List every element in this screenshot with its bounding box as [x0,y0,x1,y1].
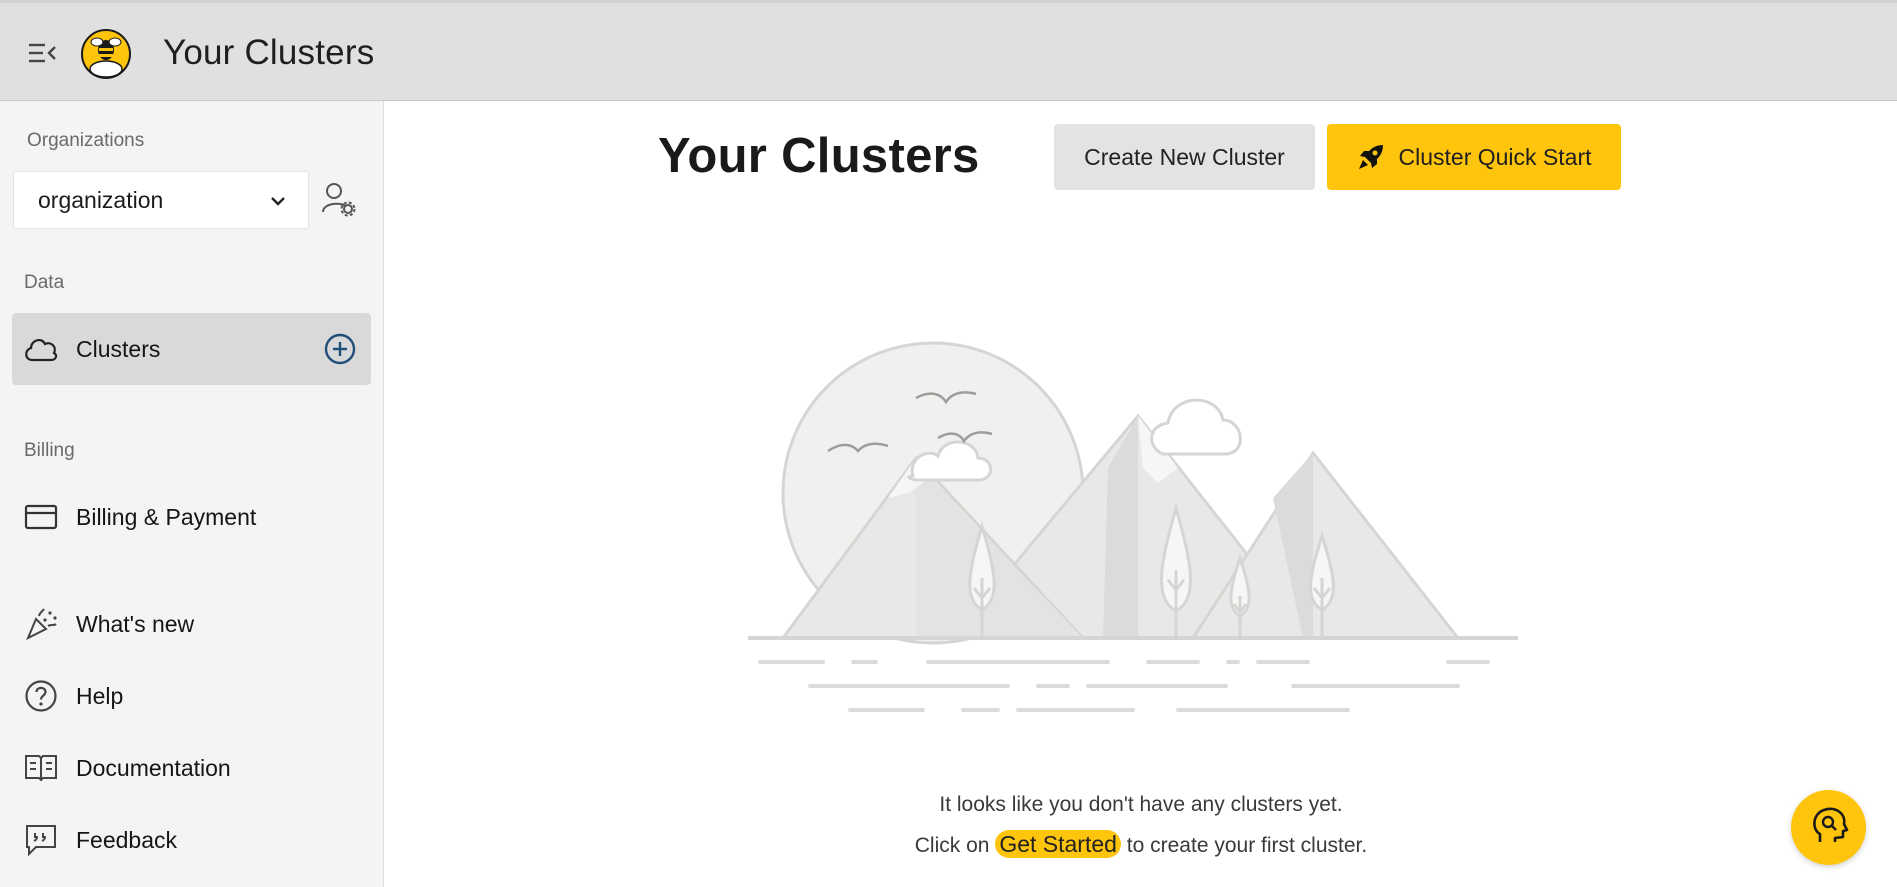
main-content: Your Clusters Create New Cluster Cluster… [385,101,1897,887]
sidebar-item-whats-new[interactable]: What's new [12,588,371,660]
user-settings-icon[interactable] [320,180,358,218]
empty-state-hint: Click on Get Started to create your firs… [385,830,1897,858]
empty-state-hint-prefix: Click on [914,834,990,857]
empty-state-hint-suffix: to create your first cluster. [1126,834,1368,857]
help-circle-icon [23,678,59,714]
cluster-quick-start-button[interactable]: Cluster Quick Start [1327,124,1621,190]
credit-card-icon [23,499,59,535]
get-started-link[interactable]: Get Started [995,830,1121,858]
sidebar-item-label: Billing & Payment [76,503,257,530]
page-title: Your Clusters [658,129,980,183]
book-icon [23,750,59,786]
chevron-down-icon [268,191,288,211]
feedback-icon [23,822,59,858]
app-title: Your Clusters [163,33,375,72]
party-popper-icon [23,606,59,642]
organizations-label: Organizations [27,130,145,151]
sidebar-item-label: Clusters [76,335,161,362]
head-search-icon [1808,804,1850,851]
sidebar-item-label: What's new [76,610,195,637]
bee-logo [80,28,132,80]
create-new-cluster-button[interactable]: Create New Cluster [1054,124,1315,190]
organization-select-value: organization [38,187,164,213]
sidebar-item-label: Help [76,682,124,709]
sidebar-item-label: Documentation [76,754,231,781]
add-cluster-icon[interactable] [323,332,357,366]
sidebar-item-help[interactable]: Help [12,660,371,732]
menu-collapse-icon[interactable] [24,39,60,67]
sidebar-item-clusters[interactable]: Clusters [12,313,371,385]
top-bar: Your Clusters [0,0,1897,101]
cloud-icon [23,331,59,367]
data-section-label: Data [24,272,65,293]
rocket-icon [1357,143,1385,171]
sidebar: Organizations organization Data Clusters [0,101,384,887]
sidebar-item-label: Feedback [76,826,178,853]
empty-state-illustration [748,308,1538,738]
empty-state-message: It looks like you don't have any cluster… [939,793,1343,816]
sidebar-item-feedback[interactable]: Feedback [12,804,371,876]
organization-select[interactable]: organization [13,171,309,229]
sidebar-item-documentation[interactable]: Documentation [12,732,371,804]
assistant-fab-button[interactable] [1791,790,1866,865]
billing-section-label: Billing [24,440,75,461]
sidebar-item-billing[interactable]: Billing & Payment [12,481,371,553]
cluster-quick-start-label: Cluster Quick Start [1398,143,1592,170]
